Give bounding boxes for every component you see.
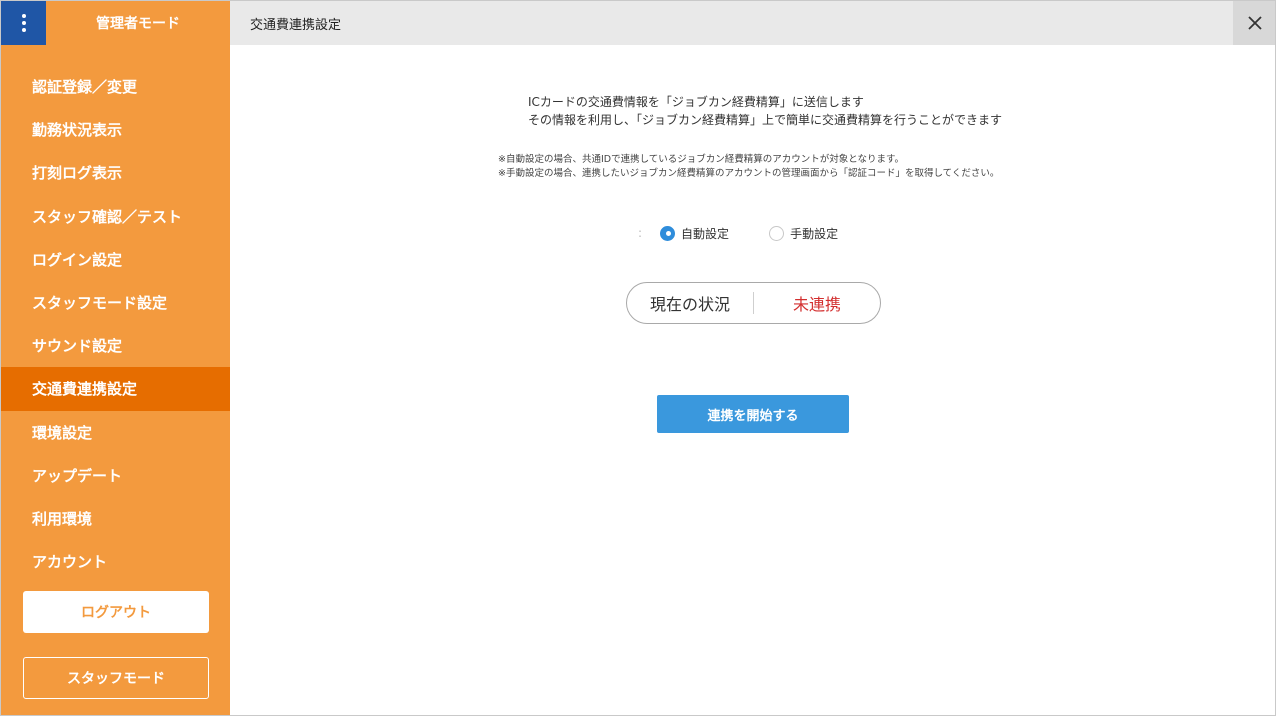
start-integration-button[interactable]: 連携を開始する bbox=[657, 395, 849, 433]
sidebar-item-staff-check[interactable]: スタッフ確認／テスト bbox=[1, 195, 230, 238]
radio-manual-setting[interactable]: 手動設定 bbox=[769, 225, 838, 242]
setting-mode-radio-group: : 自動設定 手動設定 bbox=[638, 223, 878, 243]
radio-unchecked-icon bbox=[769, 225, 785, 241]
sidebar-nav: 認証登録／変更 勤務状況表示 打刻ログ表示 スタッフ確認／テスト ログイン設定 … bbox=[1, 65, 230, 583]
sidebar-item-login-settings[interactable]: ログイン設定 bbox=[1, 238, 230, 281]
sidebar-item-usage-environment[interactable]: 利用環境 bbox=[1, 497, 230, 540]
vertical-dots-icon bbox=[21, 14, 26, 18]
radio-auto-setting[interactable]: 自動設定 bbox=[660, 225, 729, 242]
notes: ※自動設定の場合、共通IDで連携しているジョブカン経費精算のアカウントが対象とな… bbox=[498, 153, 999, 181]
staff-mode-button[interactable]: スタッフモード bbox=[23, 657, 209, 699]
sidebar-item-stamp-log[interactable]: 打刻ログ表示 bbox=[1, 151, 230, 194]
sidebar-item-account[interactable]: アカウント bbox=[1, 540, 230, 583]
radio-checked-icon bbox=[660, 225, 676, 241]
sidebar-title: 管理者モード bbox=[96, 16, 180, 32]
main-content: ICカードの交通費情報を「ジョブカン経費精算」に送信します その情報を利用し、「… bbox=[230, 45, 1275, 715]
close-button[interactable] bbox=[1233, 1, 1275, 45]
sidebar-item-update[interactable]: アップデート bbox=[1, 454, 230, 497]
app-window: 管理者モード 認証登録／変更 勤務状況表示 打刻ログ表示 スタッフ確認／テスト … bbox=[0, 0, 1276, 716]
status-label: 現在の状況 bbox=[649, 295, 730, 314]
radio-colon: : bbox=[638, 226, 643, 240]
menu-button[interactable] bbox=[1, 1, 46, 45]
sidebar-item-transport-settings[interactable]: 交通費連携設定 bbox=[1, 367, 230, 411]
sidebar-item-environment-settings[interactable]: 環境設定 bbox=[1, 411, 230, 454]
description: ICカードの交通費情報を「ジョブカン経費精算」に送信します その情報を利用し、「… bbox=[528, 93, 1002, 129]
status-pill: 現在の状況 未連携 bbox=[626, 282, 881, 324]
sidebar-item-auth[interactable]: 認証登録／変更 bbox=[1, 65, 230, 108]
sidebar-header: 管理者モード bbox=[1, 1, 230, 45]
radio-label: 手動設定 bbox=[790, 226, 839, 241]
description-line: その情報を利用し、「ジョブカン経費精算」上で簡単に交通費精算を行うことができます bbox=[528, 113, 1003, 127]
logout-button[interactable]: ログアウト bbox=[23, 591, 209, 633]
sidebar: 管理者モード 認証登録／変更 勤務状況表示 打刻ログ表示 スタッフ確認／テスト … bbox=[1, 1, 230, 715]
radio-label: 自動設定 bbox=[681, 226, 730, 241]
close-icon bbox=[1248, 16, 1262, 30]
status-value: 未連携 bbox=[792, 295, 841, 314]
description-line: ICカードの交通費情報を「ジョブカン経費精算」に送信します bbox=[528, 95, 864, 109]
top-bar: 交通費連携設定 bbox=[230, 1, 1275, 45]
sidebar-item-staff-mode-settings[interactable]: スタッフモード設定 bbox=[1, 281, 230, 324]
page-title: 交通費連携設定 bbox=[250, 17, 342, 33]
sidebar-item-sound-settings[interactable]: サウンド設定 bbox=[1, 324, 230, 367]
note-line: ※自動設定の場合、共通IDで連携しているジョブカン経費精算のアカウントが対象とな… bbox=[498, 154, 905, 165]
note-line: ※手動設定の場合、連携したいジョブカン経費精算のアカウントの管理画面から「認証コ… bbox=[498, 168, 1000, 179]
sidebar-item-work-status[interactable]: 勤務状況表示 bbox=[1, 108, 230, 151]
